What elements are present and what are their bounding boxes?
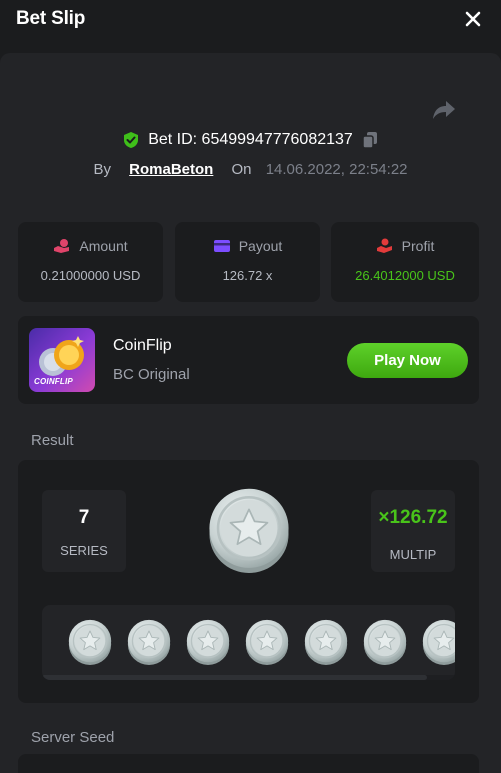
shield-check-icon bbox=[124, 132, 139, 148]
share-icon[interactable] bbox=[431, 99, 457, 121]
bet-id-row: Bet ID: 65499947776082137 bbox=[0, 131, 501, 155]
amount-value: 0.21000000 USD bbox=[40, 268, 141, 283]
coins-hand-icon bbox=[54, 239, 70, 253]
star-coin-icon bbox=[185, 619, 231, 665]
server-seed-title: Server Seed bbox=[31, 729, 115, 746]
star-coin-icon bbox=[303, 619, 349, 665]
user-link[interactable]: RomaBeton bbox=[129, 161, 213, 178]
result-coin-icon bbox=[206, 486, 292, 574]
bet-slip-title: Bet Slip bbox=[16, 8, 86, 29]
game-name: CoinFlip bbox=[113, 337, 172, 354]
star-coin-icon bbox=[362, 619, 408, 665]
bet-slip-header: Bet Slip bbox=[0, 0, 501, 40]
series-value: 7 bbox=[78, 507, 90, 528]
copy-icon[interactable] bbox=[361, 131, 379, 149]
bet-author-row: By RomaBeton On 14.06.2022, 22:54:22 bbox=[0, 161, 501, 183]
amount-label: Amount bbox=[79, 238, 128, 254]
coinflip-thumbnail[interactable]: COINFLIP bbox=[29, 328, 95, 392]
star-coin-icon bbox=[244, 619, 290, 665]
profit-label: Profit bbox=[401, 238, 435, 254]
close-icon[interactable] bbox=[463, 9, 483, 29]
series-box: 7 SERIES bbox=[42, 490, 126, 572]
strip-scrollbar-thumb[interactable] bbox=[42, 675, 427, 680]
result-card: 7 SERIES ×126.72 MULTIP bbox=[18, 460, 479, 703]
profit-hand-icon bbox=[376, 238, 392, 253]
bet-id: Bet ID: 65499947776082137 bbox=[148, 131, 353, 148]
bet-date: 14.06.2022, 22:54:22 bbox=[265, 161, 408, 178]
coin-history-strip[interactable] bbox=[42, 605, 455, 680]
card-icon bbox=[213, 240, 230, 252]
star-coin-icon bbox=[126, 619, 172, 665]
multiplier-box: ×126.72 MULTIP bbox=[371, 490, 455, 572]
play-now-button[interactable]: Play Now bbox=[347, 343, 468, 378]
result-section-title: Result bbox=[31, 432, 74, 449]
payout-card: Payout 126.72 x bbox=[175, 222, 320, 302]
game-subtitle: BC Original bbox=[113, 366, 190, 383]
star-coin-icon bbox=[421, 619, 455, 665]
by-label: By bbox=[93, 161, 111, 178]
multiplier-label: MULTIP bbox=[389, 547, 437, 562]
payout-value: 126.72 x bbox=[222, 268, 273, 283]
profit-card: Profit 26.4012000 USD bbox=[331, 222, 479, 302]
amount-card: Amount 0.21000000 USD bbox=[18, 222, 163, 302]
star-coin-icon bbox=[67, 619, 113, 665]
payout-label: Payout bbox=[238, 238, 283, 254]
series-label: SERIES bbox=[60, 543, 108, 558]
on-label: On bbox=[231, 161, 252, 178]
server-seed-box bbox=[18, 754, 479, 773]
multiplier-value: ×126.72 bbox=[378, 507, 448, 528]
game-card: COINFLIP CoinFlip BC Original Play Now bbox=[18, 316, 479, 404]
profit-value: 26.4012000 USD bbox=[355, 268, 455, 283]
coinflip-logo-text: COINFLIP bbox=[34, 377, 73, 386]
